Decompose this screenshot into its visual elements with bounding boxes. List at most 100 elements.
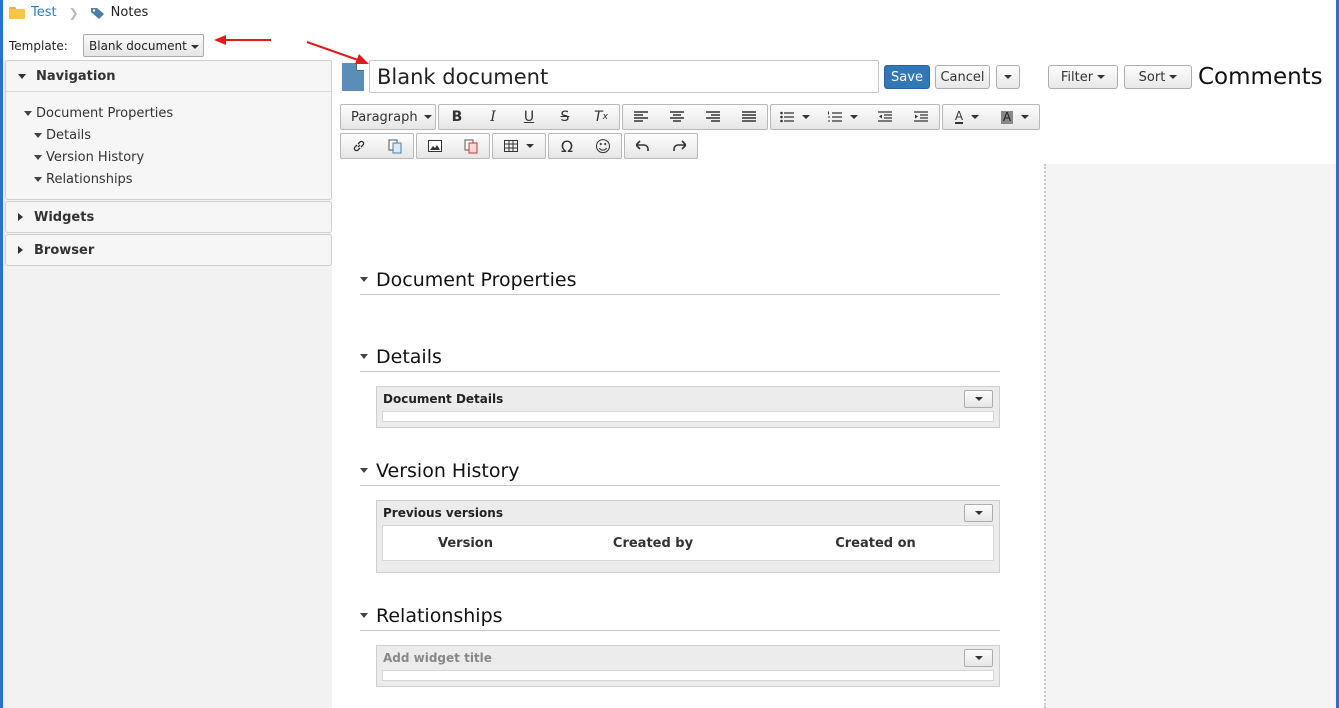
cancel-button[interactable]: Cancel <box>935 65 990 89</box>
navigation-panel: Navigation Document Properties Details V… <box>5 60 332 200</box>
widget-header: Document Details <box>377 387 999 411</box>
widgets-panel[interactable]: Widgets <box>5 201 332 233</box>
sort-label: Sort <box>1138 69 1166 85</box>
chevron-right-icon: ❯ <box>68 5 79 20</box>
tag-icon <box>90 7 104 19</box>
underline-icon[interactable]: U <box>511 105 547 129</box>
align-left-icon[interactable] <box>623 105 659 129</box>
bold-icon[interactable]: B <box>439 105 475 129</box>
widget-menu-button[interactable] <box>964 390 993 408</box>
strikethrough-icon[interactable]: S <box>547 105 583 129</box>
more-actions-button[interactable] <box>996 65 1020 89</box>
template-select-value: Blank document <box>89 39 187 53</box>
paragraph-label: Paragraph <box>351 109 418 125</box>
section-version-history: Version History <box>360 456 1000 486</box>
chevron-down-icon <box>1097 75 1106 79</box>
widget-menu-button[interactable] <box>964 504 993 522</box>
table-icon[interactable] <box>493 134 545 158</box>
nav-item-relationships[interactable]: Relationships <box>24 168 331 190</box>
collapsed-icon <box>18 213 23 221</box>
sidebar: Navigation Document Properties Details V… <box>3 60 332 708</box>
versions-table-header: Version Created by Created on <box>383 526 993 560</box>
relationships-widget: Add widget title <box>376 645 1000 687</box>
section-title: Details <box>376 345 442 368</box>
filter-label: Filter <box>1060 69 1094 85</box>
pdf-document-icon[interactable] <box>453 134 489 158</box>
chevron-down-icon <box>974 656 983 660</box>
comments-title: Comments <box>1198 64 1323 90</box>
undo-icon[interactable] <box>625 134 661 158</box>
filter-button[interactable]: Filter <box>1048 65 1118 89</box>
text-color-icon[interactable]: A <box>943 105 991 129</box>
chevron-down-icon <box>850 115 858 119</box>
nav-item-details[interactable]: Details <box>24 124 331 146</box>
template-select[interactable]: Blank document <box>83 34 204 57</box>
widget-title: Previous versions <box>383 506 503 520</box>
nav-item-label: Relationships <box>46 171 133 187</box>
expanded-icon <box>34 154 42 160</box>
navigation-panel-header[interactable]: Navigation <box>6 61 331 91</box>
section-title: Document Properties <box>376 268 577 291</box>
widgets-panel-header[interactable]: Widgets <box>6 202 331 232</box>
section-document-properties: Document Properties <box>360 265 1000 295</box>
column-header-version: Version <box>438 535 493 551</box>
column-header-created-by: Created by <box>612 535 694 551</box>
breadcrumb: Test ❯ Notes <box>9 5 148 20</box>
link-icon[interactable] <box>341 134 377 158</box>
align-justify-icon[interactable] <box>731 105 767 129</box>
section-relationships: Relationships <box>360 601 1000 631</box>
breadcrumb-link-test[interactable]: Test <box>31 5 57 20</box>
background-color-icon[interactable]: A <box>991 105 1039 129</box>
copy-document-icon[interactable] <box>377 134 413 158</box>
clear-formatting-icon[interactable]: Tx <box>583 105 619 129</box>
expanded-icon <box>34 132 42 138</box>
emoticon-icon[interactable]: ☺ <box>585 134 621 158</box>
redo-icon[interactable] <box>661 134 697 158</box>
indent-icon[interactable] <box>903 105 939 129</box>
widget-header: Previous versions <box>377 501 999 525</box>
nav-item-document-properties[interactable]: Document Properties <box>24 102 331 124</box>
image-icon[interactable] <box>417 134 453 158</box>
chevron-down-icon <box>190 44 199 49</box>
paragraph-format-select[interactable]: Paragraph <box>341 105 435 129</box>
expanded-icon <box>18 73 26 79</box>
document-title-input[interactable] <box>369 60 879 93</box>
nav-item-label: Details <box>46 127 92 143</box>
save-button[interactable]: Save <box>884 65 930 89</box>
bullet-list-icon[interactable] <box>771 105 819 129</box>
folder-icon <box>9 6 25 19</box>
widget-title-placeholder[interactable]: Add widget title <box>383 651 492 665</box>
browser-panel-header[interactable]: Browser <box>6 235 331 265</box>
widget-title: Document Details <box>383 392 504 406</box>
chevron-down-icon <box>971 115 980 119</box>
nav-item-version-history[interactable]: Version History <box>24 146 331 168</box>
outdent-icon[interactable] <box>867 105 903 129</box>
chevron-down-icon <box>974 511 983 515</box>
widget-body <box>382 411 994 422</box>
expanded-icon <box>34 176 42 182</box>
numbered-list-icon[interactable] <box>819 105 867 129</box>
section-title: Version History <box>376 459 520 482</box>
expanded-icon <box>24 110 32 116</box>
collapse-icon[interactable] <box>360 277 368 282</box>
widgets-title: Widgets <box>34 209 95 225</box>
section-details: Details <box>360 342 1000 372</box>
comments-pane <box>1044 164 1336 708</box>
column-header-created-on: Created on <box>835 535 916 551</box>
widget-header: Add widget title <box>377 646 999 670</box>
collapse-icon[interactable] <box>360 613 368 618</box>
document-details-widget: Document Details <box>376 386 1000 428</box>
align-center-icon[interactable] <box>659 105 695 129</box>
align-right-icon[interactable] <box>695 105 731 129</box>
navigation-tree: Document Properties Details Version Hist… <box>6 91 331 198</box>
widget-menu-button[interactable] <box>964 649 993 667</box>
collapse-icon[interactable] <box>360 468 368 473</box>
sort-button[interactable]: Sort <box>1124 65 1192 89</box>
browser-title: Browser <box>34 242 95 258</box>
collapse-icon[interactable] <box>360 354 368 359</box>
special-character-icon[interactable]: Ω <box>549 134 585 158</box>
browser-panel[interactable]: Browser <box>5 234 332 266</box>
chevron-down-icon <box>526 144 534 148</box>
italic-icon[interactable]: I <box>475 105 511 129</box>
template-label: Template: <box>9 39 68 53</box>
